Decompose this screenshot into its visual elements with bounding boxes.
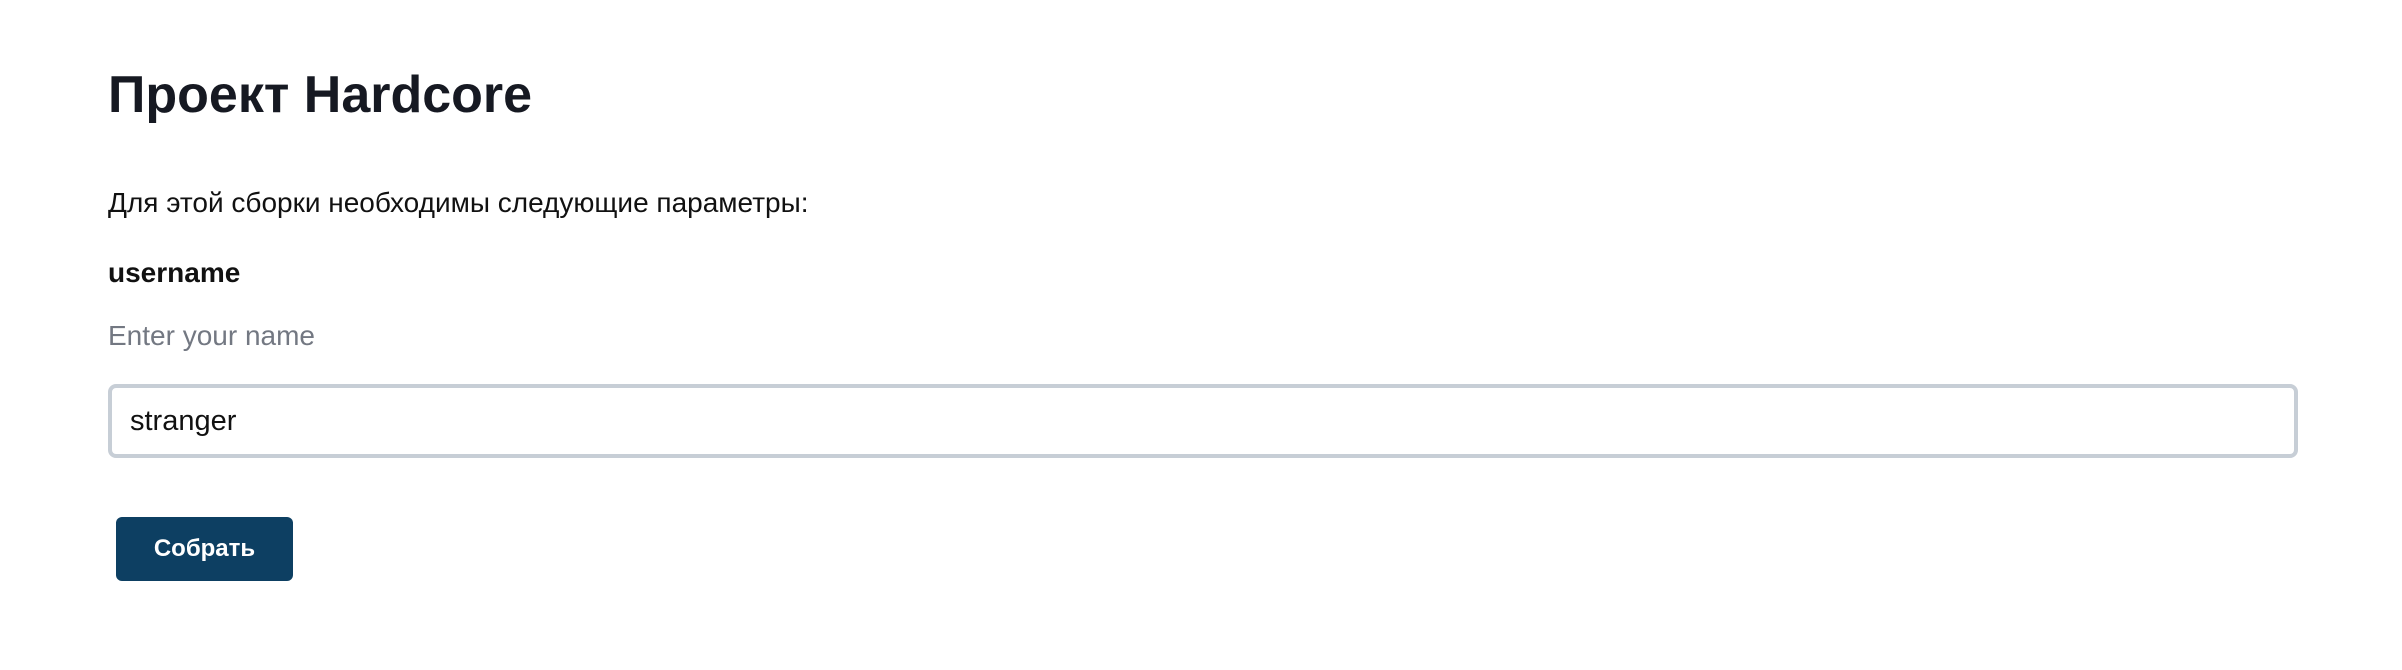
username-help-text: Enter your name: [108, 320, 315, 351]
build-parameters-page: Проект Hardcore Для этой сборки необходи…: [108, 0, 2298, 670]
build-button[interactable]: Собрать: [116, 517, 293, 581]
page-title: Проект Hardcore: [108, 66, 533, 124]
username-label: username: [108, 257, 241, 288]
username-input[interactable]: [108, 384, 2298, 458]
parameters-intro: Для этой сборки необходимы следующие пар…: [108, 187, 809, 218]
